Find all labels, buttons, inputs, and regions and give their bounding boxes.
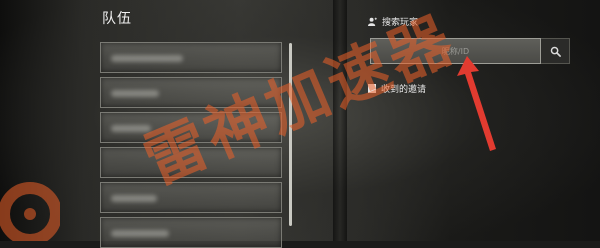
annotation-arrow-icon [457,56,496,151]
team-panel: 队伍 [100,8,300,248]
team-slot[interactable] [100,77,282,108]
blurred-player-name [111,90,159,97]
invites-heading-label: 收到的邀请 [381,85,427,95]
team-slot[interactable] [100,112,282,143]
search-heading-label: 搜索玩家 [382,18,419,28]
invite-icon [368,84,376,93]
team-slot[interactable] [100,217,282,248]
game-background [0,0,600,241]
search-icon [550,46,561,57]
blurred-player-name [111,125,151,132]
team-slot[interactable] [100,147,282,178]
blurred-player-name [111,230,169,237]
column-divider [333,0,347,241]
team-title: 队伍 [102,11,132,27]
person-icon [368,17,377,26]
search-players-heading: 搜索玩家 [368,15,418,28]
received-invites-heading: 收到的邀请 [368,82,426,95]
team-slot[interactable] [100,182,282,213]
search-button[interactable] [541,38,570,64]
blurred-player-name [111,195,157,202]
team-slot[interactable] [100,42,282,73]
team-list-scrollbar[interactable] [289,43,292,226]
team-list [100,42,282,248]
blurred-player-name [111,55,183,62]
